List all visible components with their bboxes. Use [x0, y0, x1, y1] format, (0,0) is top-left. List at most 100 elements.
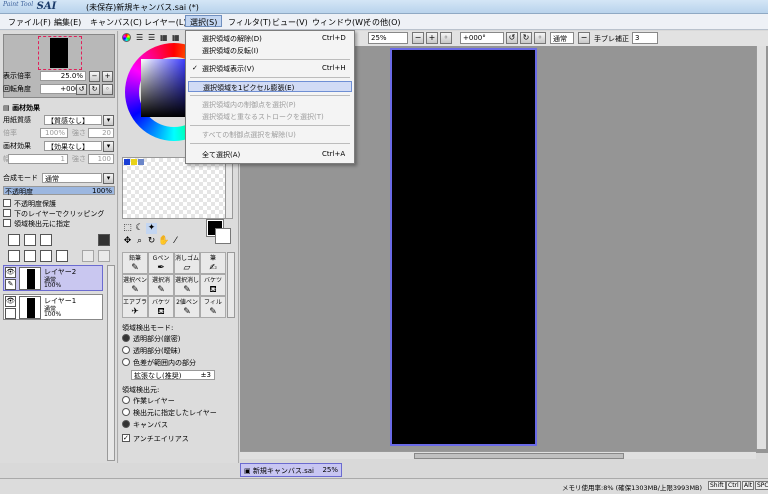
blend-dropdown-icon[interactable]: ▾	[103, 173, 114, 184]
clear-layer-icon[interactable]	[40, 250, 52, 262]
zoom-select[interactable]: 25%	[368, 32, 408, 44]
swatch-yellow[interactable]	[131, 159, 137, 165]
menu-expand-selection[interactable]: 選択領域を1ピクセル膨張(E)	[188, 81, 352, 92]
copy-layer-icon[interactable]	[40, 234, 52, 246]
nav-zoom-out-button[interactable]: −	[89, 71, 100, 82]
color-wheel-mode-icon[interactable]	[122, 33, 131, 42]
brush-gpen[interactable]: Gペン ✒	[148, 252, 174, 274]
layer-edit-pen-icon[interactable]: ✎	[5, 279, 16, 290]
brush-select-erase[interactable]: 選択消 ✎	[148, 274, 174, 296]
transfer-down-icon[interactable]	[8, 250, 20, 262]
menu-deselect-control-points[interactable]: すべての制御点選択を解除(U)	[188, 129, 352, 140]
rect-select-icon[interactable]: ⬚	[122, 223, 133, 234]
canvas-vertical-scrollbar[interactable]	[756, 46, 766, 449]
opacity-slider[interactable]: 不透明度 100%	[3, 186, 115, 196]
menu-select-all[interactable]: 全て選択(A) Ctrl+A	[188, 149, 352, 160]
rotate-icon[interactable]: ↻	[146, 236, 157, 247]
layer-scrollbar[interactable]	[107, 265, 115, 461]
hsv-slider-mode-icon[interactable]: ☰	[148, 33, 155, 42]
rotate-right-button[interactable]: ↻	[520, 32, 532, 44]
new-folder-icon[interactable]	[24, 234, 36, 246]
source-specified-radio[interactable]	[122, 408, 130, 416]
source-working-radio[interactable]	[122, 396, 130, 404]
zoom-icon[interactable]: ⌕	[134, 236, 145, 247]
swatch-blue[interactable]	[124, 159, 130, 165]
paper-effects-header[interactable]: ▤ 画材効果	[3, 103, 40, 113]
swatch-lightblue[interactable]	[138, 159, 144, 165]
menu-canvas[interactable]: キャンバス(C)	[86, 16, 146, 28]
texture-scale-value[interactable]: 100%	[40, 128, 68, 138]
brush-fude[interactable]: 筆 ✍	[200, 252, 226, 274]
brush-select-erase-2[interactable]: 選択消し ✎	[174, 274, 200, 296]
detect-loose-radio[interactable]	[122, 346, 130, 354]
source-canvas-radio[interactable]	[122, 420, 130, 428]
rotate-left-button[interactable]: ↺	[506, 32, 518, 44]
zoom-out-button[interactable]: −	[412, 32, 424, 44]
menu-other[interactable]: その他(O)	[360, 16, 405, 28]
lasso-icon[interactable]: ☾	[134, 223, 145, 234]
eyedropper-icon[interactable]: ⁄	[170, 236, 181, 247]
antialias-checkbox[interactable]: ✓	[122, 434, 130, 442]
canvas-horizontal-scrollbar[interactable]	[240, 451, 756, 459]
detect-strict-radio[interactable]	[122, 334, 130, 342]
effect-dropdown-icon[interactable]: ▾	[103, 141, 114, 152]
layer-mask-icon[interactable]	[98, 234, 110, 246]
brush-pencil[interactable]: 鉛筆 ✎	[122, 252, 148, 274]
protect-alpha-checkbox[interactable]	[3, 199, 11, 207]
zoom-reset-button[interactable]: ◦	[440, 32, 452, 44]
blend-mode-select[interactable]: 通常	[42, 173, 102, 183]
flip-button[interactable]: −	[578, 32, 590, 44]
zoom-in-button[interactable]: +	[426, 32, 438, 44]
layer-item-1[interactable]: 👁 レイヤー1 通常 100%	[3, 294, 103, 320]
nav-rotate-right-button[interactable]: ↻	[89, 84, 100, 95]
swatch-mode-icon[interactable]: ▦	[172, 33, 180, 42]
nav-zoom-in-button[interactable]: +	[102, 71, 113, 82]
menu-invert-selection[interactable]: 選択領域の反転(I)	[188, 45, 352, 56]
merge-down-icon[interactable]	[24, 250, 36, 262]
rgb-slider-mode-icon[interactable]: ☰	[136, 33, 143, 42]
brush-binary-pen[interactable]: 2値ペン ✎	[174, 296, 200, 318]
effect-width-value[interactable]: 1	[8, 154, 68, 164]
rotate-select[interactable]: +000°	[460, 32, 504, 44]
clip-lower-checkbox[interactable]	[3, 209, 11, 217]
detect-color-radio[interactable]	[122, 358, 130, 366]
canvas-scroll-thumb[interactable]	[414, 453, 624, 459]
brush-select-pen[interactable]: 選択ペン ✎	[122, 274, 148, 296]
background-color[interactable]	[215, 228, 231, 244]
layer-visibility-icon[interactable]: 👁	[5, 267, 16, 278]
brush-scrollbar[interactable]	[227, 252, 235, 318]
stabilizer-select[interactable]: 3	[632, 32, 658, 44]
magic-wand-icon[interactable]: ✦	[146, 223, 157, 234]
menu-deselect[interactable]: 選択領域の解除(D) Ctrl+D	[188, 33, 352, 44]
new-layer-icon[interactable]	[8, 234, 20, 246]
brush-bucket-2[interactable]: バケツ ⛾	[148, 296, 174, 318]
layer-visibility-icon[interactable]: 👁	[5, 296, 16, 307]
brush-bucket[interactable]: バケツ ⛾	[200, 274, 226, 296]
nav-rotate-reset-button[interactable]: ◦	[102, 84, 113, 95]
canvas[interactable]	[390, 48, 537, 446]
brush-airbrush[interactable]: エアブラ ✈	[122, 296, 148, 318]
layer-item-2[interactable]: 👁 ✎ レイヤー2 通常 100%	[3, 265, 103, 291]
menu-file[interactable]: ファイル(F)	[4, 16, 55, 28]
canvas-tab[interactable]: ▣ 新規キャンバス.sai 25%	[240, 463, 342, 477]
menu-layer[interactable]: レイヤー(L)	[140, 16, 190, 28]
brush-eraser[interactable]: 消しゴム ▱	[174, 252, 200, 274]
expand-select[interactable]: 拡張なし(推奨) ±3	[131, 370, 215, 380]
effect-select[interactable]: 【効果なし】	[44, 141, 102, 151]
nav-rotate-left-button[interactable]: ↺	[76, 84, 87, 95]
delete-layer-icon[interactable]	[56, 250, 68, 262]
texture-strength-value[interactable]: 20	[88, 128, 114, 138]
layer-lock-icon[interactable]	[5, 308, 16, 319]
move-up-icon[interactable]	[82, 250, 94, 262]
gradation-mode-icon[interactable]: ▦	[160, 33, 168, 42]
menu-select-control-points[interactable]: 選択領域内の制御点を選択(P)	[188, 99, 352, 110]
move-icon[interactable]: ✥	[122, 236, 133, 247]
menu-show-selection[interactable]: ✓ 選択領域表示(V) Ctrl+H	[188, 63, 352, 74]
selection-source-checkbox[interactable]	[3, 219, 11, 227]
nav-zoom-value[interactable]: 25.0%	[40, 71, 86, 81]
blend-normal-box[interactable]: 通常	[550, 32, 574, 44]
hand-icon[interactable]: ✋	[158, 236, 169, 247]
move-down-icon[interactable]	[98, 250, 110, 262]
brush-fill[interactable]: フィル ✎	[200, 296, 226, 318]
menu-edit[interactable]: 編集(E)	[50, 16, 85, 28]
